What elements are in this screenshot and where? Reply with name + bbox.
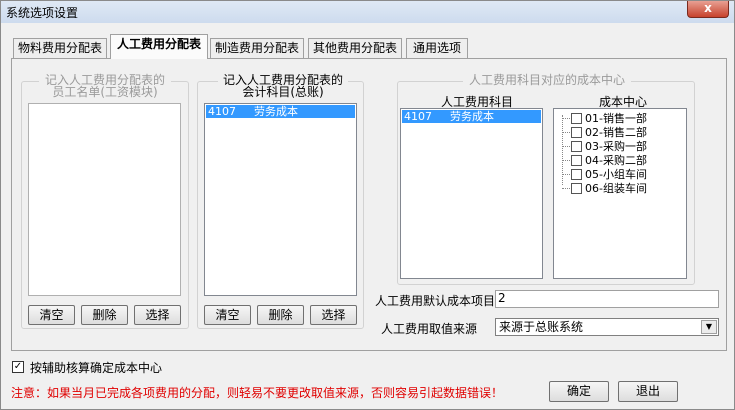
center-label: 05-小组车间: [585, 168, 647, 181]
employee-listbox[interactable]: [28, 103, 181, 296]
center-checkbox[interactable]: [571, 155, 582, 166]
tree-branch: [562, 188, 570, 189]
window-title: 系统选项设置: [6, 6, 79, 20]
tree-branch: [562, 146, 570, 147]
value-source-label: 人工费用取值来源: [381, 322, 478, 336]
list-item[interactable]: 4107 劳务成本: [402, 110, 541, 123]
warning-message: 注意：如果当月已完成各项费用的分配，则轻易不要更改取值来源，否则容易引起数据错误…: [11, 386, 504, 400]
account-clear-button[interactable]: 清空: [204, 305, 251, 325]
center-checkbox[interactable]: [571, 127, 582, 138]
value-source-value: 来源于总账系统: [499, 320, 584, 334]
account-group-legend: 记入人工费用分配表的 会计科目(总账): [218, 74, 348, 98]
center-label: 04-采购二部: [585, 154, 647, 167]
aux-accounting-label: 按辅助核算确定成本中心: [30, 361, 163, 375]
tree-branch: [562, 174, 570, 175]
chevron-down-icon[interactable]: ▼: [701, 320, 717, 334]
options-window: 系统选项设置 x 物料费用分配表 人工费用分配表 制造费用分配表 其他费用分配表…: [0, 0, 735, 410]
aux-accounting-checkbox[interactable]: ✓: [12, 361, 24, 373]
ok-button[interactable]: 确定: [549, 381, 609, 402]
account-delete-button[interactable]: 删除: [257, 305, 304, 325]
employee-group-legend: 记入人工费用分配表的 员工名单(工资模块): [39, 74, 171, 98]
tree-branch: [562, 118, 570, 119]
cost-center-legend: 人工费用科目对应的成本中心: [463, 74, 631, 86]
center-checkbox[interactable]: [571, 141, 582, 152]
tab-material-cost[interactable]: 物料费用分配表: [13, 38, 107, 58]
account-select-button[interactable]: 选择: [310, 305, 357, 325]
employee-delete-button[interactable]: 删除: [81, 305, 128, 325]
subject-listbox[interactable]: 4107 劳务成本: [400, 108, 543, 279]
center-label: 06-组装车间: [585, 182, 647, 195]
close-button[interactable]: x: [687, 1, 729, 18]
subject-name: 劳务成本: [450, 110, 494, 123]
center-checkbox[interactable]: [571, 183, 582, 194]
center-label: 03-采购一部: [585, 140, 647, 153]
center-label: 01-销售一部: [585, 112, 647, 125]
employee-clear-button[interactable]: 清空: [28, 305, 75, 325]
value-source-select[interactable]: 来源于总账系统 ▼: [495, 318, 719, 336]
center-checkbox[interactable]: [571, 113, 582, 124]
default-cost-item-label: 人工费用默认成本项目: [375, 294, 496, 308]
exit-button[interactable]: 退出: [618, 381, 678, 402]
tree-branch: [562, 160, 570, 161]
employee-legend-line2: 员工名单(工资模块): [52, 85, 158, 99]
account-name: 劳务成本: [254, 105, 298, 118]
title-bar: 系统选项设置 x: [1, 1, 734, 23]
account-legend-line2: 会计科目(总账): [242, 85, 324, 99]
cost-center-tree[interactable]: 01-销售一部 02-销售二部 03-采购一部 04-采购二部 05-小组车间 …: [553, 108, 687, 279]
tab-general-options[interactable]: 通用选项: [406, 38, 468, 58]
list-item[interactable]: 4107 劳务成本: [206, 105, 355, 118]
default-cost-item-input[interactable]: 2: [495, 290, 719, 308]
center-label: 02-销售二部: [585, 126, 647, 139]
subject-code: 4107: [404, 110, 432, 123]
employee-select-button[interactable]: 选择: [134, 305, 181, 325]
account-code: 4107: [208, 105, 236, 118]
tab-labor-cost[interactable]: 人工费用分配表: [110, 34, 208, 59]
tab-other-cost[interactable]: 其他费用分配表: [308, 38, 402, 58]
tab-manufacturing-cost[interactable]: 制造费用分配表: [210, 38, 304, 58]
center-checkbox[interactable]: [571, 169, 582, 180]
tree-branch: [562, 132, 570, 133]
account-listbox[interactable]: 4107 劳务成本: [204, 103, 357, 296]
